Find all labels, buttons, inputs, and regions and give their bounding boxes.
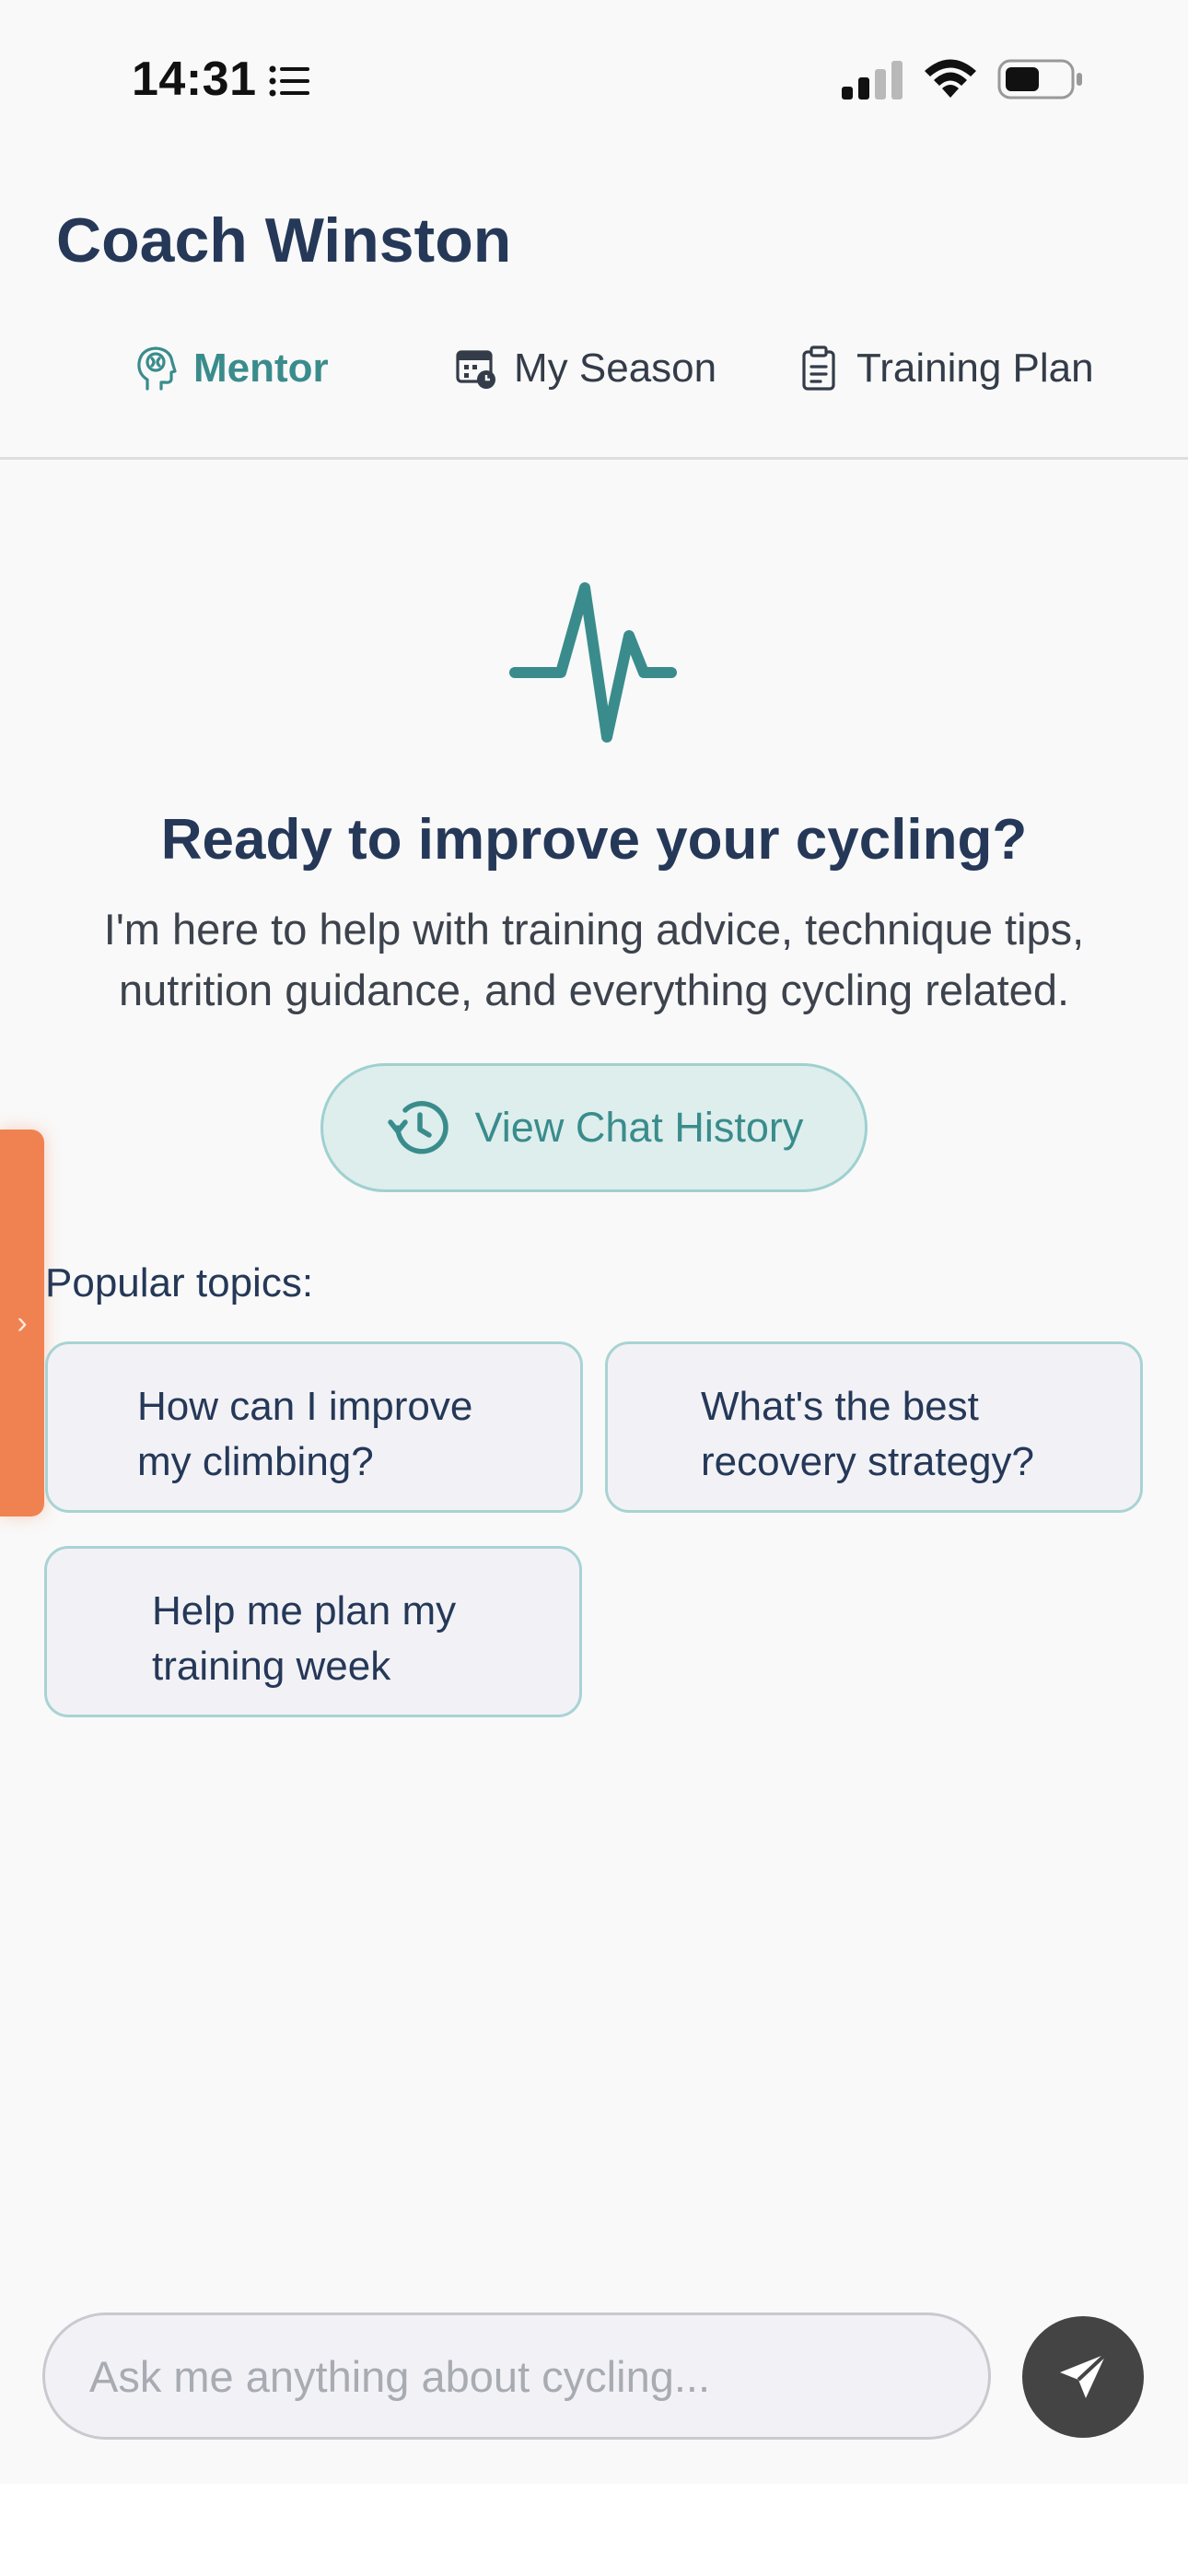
hero-description: I'm here to help with training advice, t… xyxy=(37,899,1151,1021)
chat-input[interactable]: Ask me anything about cycling... xyxy=(42,2313,991,2440)
chevron-right-icon: › xyxy=(17,1305,28,1341)
list-icon xyxy=(269,65,309,97)
tab-my-season-label: My Season xyxy=(514,345,717,391)
bottom-safe-area xyxy=(0,2484,1188,2576)
view-chat-history-label: View Chat History xyxy=(474,1104,804,1151)
chat-input-placeholder: Ask me anything about cycling... xyxy=(89,2351,711,2401)
tab-training-plan[interactable]: Training Plan xyxy=(798,332,1094,405)
topic-chip-line: How can I improve xyxy=(137,1384,473,1429)
topic-chip-line: Help me plan my xyxy=(152,1588,457,1633)
wifi-icon xyxy=(925,59,976,98)
topic-chip-climbing[interactable]: How can I improve my climbing? xyxy=(45,1341,583,1513)
topic-chip-training-week[interactable]: Help me plan my training week xyxy=(44,1546,582,1717)
brain-head-icon xyxy=(137,346,177,391)
send-icon xyxy=(1060,2352,1108,2398)
history-icon xyxy=(387,1101,448,1154)
tab-mentor-label: Mentor xyxy=(193,345,329,391)
topic-chip-recovery[interactable]: What's the best recovery strategy? xyxy=(605,1341,1143,1513)
tab-bar: Mentor My Season Training Plan xyxy=(0,332,1188,405)
status-time: 14:31 xyxy=(132,53,257,106)
topic-chip-line: What's the best xyxy=(701,1384,979,1429)
side-drawer-tab[interactable]: › xyxy=(0,1130,44,1516)
send-button[interactable] xyxy=(1022,2316,1144,2438)
signal-icon xyxy=(842,61,903,100)
tab-my-season[interactable]: My Season xyxy=(455,332,716,405)
topic-chip-line: recovery strategy? xyxy=(701,1439,1034,1484)
hero-description-line2: nutrition guidance, and everything cycli… xyxy=(118,966,1070,1014)
view-chat-history-button[interactable]: View Chat History xyxy=(320,1063,868,1192)
battery-icon xyxy=(997,59,1082,100)
hero-title: Ready to improve your cycling? xyxy=(160,808,1028,872)
tab-training-plan-label: Training Plan xyxy=(856,345,1094,391)
calendar-clock-icon xyxy=(456,350,495,389)
popular-topics-label: Popular topics: xyxy=(45,1260,314,1306)
topic-chip-line: training week xyxy=(152,1644,391,1689)
tab-mentor[interactable]: Mentor xyxy=(134,332,329,405)
app-title: Coach Winston xyxy=(56,205,512,275)
topic-chip-line: my climbing? xyxy=(137,1439,374,1484)
hero-description-line1: I'm here to help with training advice, t… xyxy=(103,905,1085,954)
clipboard-icon xyxy=(802,345,835,391)
header-divider xyxy=(0,457,1188,460)
pulse-icon xyxy=(509,582,677,743)
